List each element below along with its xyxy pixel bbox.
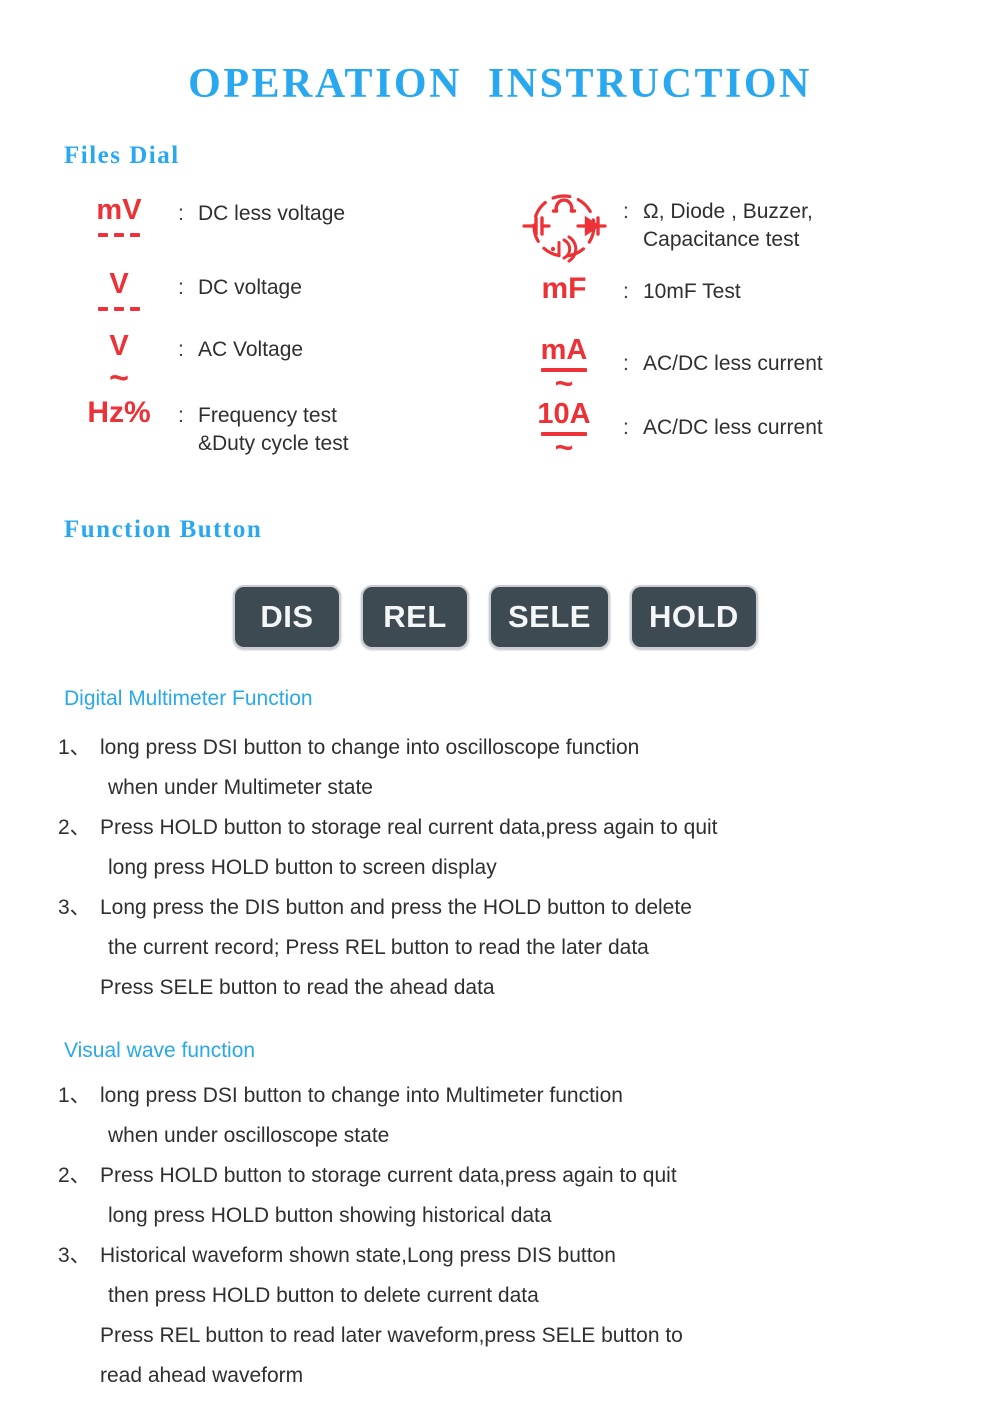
dial-description: DC voltage — [198, 276, 302, 299]
instruction-item: 2、 Press HOLD button to storage real cur… — [58, 808, 958, 888]
instruction-text: Historical waveform shown state,Long pre… — [100, 1236, 958, 1396]
sub-heading-digital-multimeter-function: Digital Multimeter Function — [64, 687, 313, 710]
instruction-line: Press HOLD button to storage real curren… — [100, 816, 718, 839]
dial-description: Ω, Diode , Buzzer, Capacitance test — [643, 200, 813, 251]
instruction-text: long press DSI button to change into Mul… — [100, 1076, 958, 1156]
dial-colon: : — [623, 352, 629, 375]
dial-colon: : — [178, 338, 184, 361]
dial-symbol-label: V — [109, 268, 129, 300]
dial-symbol-omega-composite — [505, 186, 623, 266]
instruction-line: Press REL button to read later waveform,… — [100, 1324, 683, 1347]
dis-button[interactable]: DIS — [233, 585, 341, 649]
dial-colon: : — [623, 416, 629, 439]
dial-row-v-ac: V ~ : AC Voltage — [60, 332, 500, 398]
dial-description: 10mF Test — [643, 280, 741, 303]
dial-row-mf: mF : 10mF Test — [505, 274, 945, 336]
ac-tilde-icon: ~ — [109, 359, 129, 397]
sele-button[interactable]: SELE — [489, 585, 610, 649]
instruction-line: the current record; Press REL button to … — [108, 936, 649, 959]
files-dial-left-column: mV : DC less voltage V : DC voltage V ~ … — [60, 196, 500, 458]
dial-symbol-v-ac: V ~ — [60, 330, 178, 397]
dial-symbol-hz: Hz% — [60, 398, 178, 428]
dial-symbol-mf: mF — [505, 274, 623, 304]
dial-row-hz: Hz% : Frequency test &Duty cycle test — [60, 398, 500, 458]
dial-symbol-10a: 10A ~ — [505, 398, 623, 463]
dial-row-mv: mV : DC less voltage — [60, 196, 500, 270]
instruction-line: Press SELE button to read the ahead data — [100, 976, 495, 999]
instruction-line: Historical waveform shown state,Long pre… — [100, 1244, 616, 1267]
dial-row-omega: : Ω, Diode , Buzzer, Capacitance test — [505, 186, 945, 274]
acdc-mark-icon: ~ — [541, 367, 587, 399]
instruction-line: when under oscilloscope state — [108, 1124, 390, 1147]
dial-description: Frequency test &Duty cycle test — [198, 404, 349, 455]
dial-symbol-mv: mV — [60, 196, 178, 237]
dial-symbol-label: mV — [96, 194, 142, 226]
dial-colon: : — [623, 200, 629, 223]
instruction-number: 2、 — [58, 816, 91, 839]
page-title: OPERATION INSTRUCTION — [188, 61, 812, 107]
dial-symbol-label: mA — [540, 334, 588, 366]
acdc-mark-icon: ~ — [541, 431, 587, 463]
instruction-line: Press HOLD button to storage current dat… — [100, 1164, 677, 1187]
instruction-item: 3、 Historical waveform shown state,Long … — [58, 1236, 958, 1396]
files-dial-right-column: : Ω, Diode , Buzzer, Capacitance test mF… — [505, 186, 945, 464]
dc-mark-icon — [98, 303, 140, 311]
instruction-item: 1、 long press DSI button to change into … — [58, 1076, 958, 1156]
instruction-number: 1、 — [58, 1084, 91, 1107]
instruction-number: 3、 — [58, 1244, 91, 1267]
visual-wave-instruction-list: 1、 long press DSI button to change into … — [58, 1076, 958, 1396]
dial-symbol-v-dc: V — [60, 270, 178, 311]
sub-heading-visual-wave-function: Visual wave function — [64, 1039, 256, 1062]
dial-colon: : — [623, 280, 629, 303]
dial-symbol-label: 10A — [537, 398, 591, 430]
dial-row-10a: 10A ~ : AC/DC less current — [505, 400, 945, 464]
digital-multimeter-instruction-list: 1、 long press DSI button to change into … — [58, 728, 958, 1008]
dial-colon: : — [178, 276, 184, 299]
dial-colon: : — [178, 404, 184, 427]
instruction-line: long press HOLD button to screen display — [108, 856, 497, 879]
instruction-item: 2、 Press HOLD button to storage current … — [58, 1156, 958, 1236]
instruction-text: long press DSI button to change into osc… — [100, 728, 958, 808]
dc-mark-icon — [98, 229, 140, 237]
instruction-number: 2、 — [58, 1164, 91, 1187]
instruction-number: 3、 — [58, 896, 91, 919]
dial-row-ma: mA ~ : AC/DC less current — [505, 336, 945, 400]
section-heading-files-dial: Files Dial — [64, 142, 180, 169]
omega-diode-buzzer-capacitance-icon — [512, 186, 616, 266]
dial-symbol-ma: mA ~ — [505, 334, 623, 399]
instruction-text: Press HOLD button to storage real curren… — [100, 808, 958, 888]
dial-description: AC/DC less current — [643, 416, 823, 439]
instruction-item: 1、 long press DSI button to change into … — [58, 728, 958, 808]
dial-description: DC less voltage — [198, 202, 346, 225]
instruction-line: when under Multimeter state — [108, 776, 373, 799]
instruction-line: read ahead waveform — [100, 1364, 304, 1387]
dial-description: AC Voltage — [198, 338, 304, 361]
dial-symbol-label: mF — [541, 272, 587, 305]
instruction-text: Long press the DIS button and press the … — [100, 888, 958, 1008]
instruction-item: 3、 Long press the DIS button and press t… — [58, 888, 958, 1008]
function-button-row: DIS REL SELE HOLD — [233, 585, 758, 649]
instruction-line: Long press the DIS button and press the … — [100, 896, 692, 919]
instruction-line: long press HOLD button showing historica… — [108, 1204, 552, 1227]
instruction-text: Press HOLD button to storage current dat… — [100, 1156, 958, 1236]
dial-symbol-label: Hz% — [87, 396, 151, 429]
dial-symbol-label: V — [109, 330, 129, 362]
dial-description: AC/DC less current — [643, 352, 823, 375]
rel-button[interactable]: REL — [361, 585, 469, 649]
section-heading-function-button: Function Button — [64, 516, 263, 543]
dial-colon: : — [178, 202, 184, 225]
dial-row-v-dc: V : DC voltage — [60, 270, 500, 332]
instruction-number: 1、 — [58, 736, 91, 759]
instruction-line: long press DSI button to change into Mul… — [100, 1084, 623, 1107]
instruction-line: long press DSI button to change into osc… — [100, 736, 640, 759]
hold-button[interactable]: HOLD — [629, 585, 758, 649]
instruction-line: then press HOLD button to delete current… — [108, 1284, 539, 1307]
